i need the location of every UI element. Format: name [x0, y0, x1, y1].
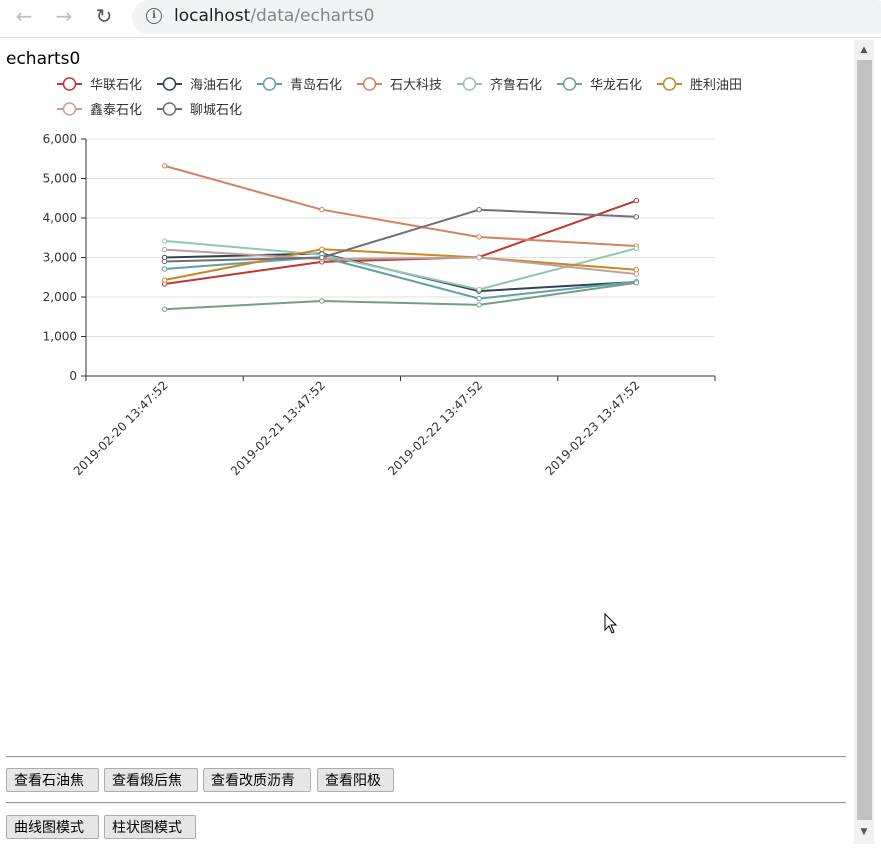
url-text[interactable]: localhost/data/echarts0	[174, 6, 374, 26]
legend-marker	[62, 102, 77, 116]
data-point	[161, 246, 168, 253]
view-button-2[interactable]: 查看煅后焦	[104, 768, 198, 792]
legend-label: 青岛石化	[290, 77, 342, 93]
scrollbar-thumb[interactable]	[857, 60, 872, 820]
legend-marker	[462, 77, 477, 91]
browser-toolbar: ← → ↻ i localhost/data/echarts0	[0, 0, 881, 36]
data-point	[476, 207, 482, 213]
data-point	[319, 246, 325, 252]
data-point	[633, 197, 640, 204]
data-point	[476, 234, 482, 240]
y-tick-label: 2,000	[43, 290, 77, 304]
legend-label: 胜利油田	[690, 78, 742, 93]
data-point	[633, 280, 640, 286]
toolbar-divider	[0, 37, 881, 38]
view-button-4[interactable]: 查看阳极	[317, 768, 394, 792]
data-point	[161, 277, 168, 283]
legend-label: 华联石化	[90, 78, 142, 93]
legend-marker	[662, 77, 677, 91]
mouse-cursor-icon	[604, 613, 618, 634]
y-tick-label: 4,000	[43, 211, 77, 225]
data-point	[633, 214, 640, 220]
y-tick-label: 3,000	[43, 251, 77, 265]
data-point	[161, 266, 168, 272]
view-button-1[interactable]: 查看石油焦	[6, 768, 99, 792]
reload-icon[interactable]: ↻	[92, 4, 116, 28]
legend-label: 齐鲁石化	[490, 77, 542, 93]
data-point	[476, 254, 482, 261]
y-tick-label: 6,000	[43, 132, 77, 146]
url-path: /data/echarts0	[250, 6, 375, 26]
legend-label: 石大科技	[390, 78, 442, 93]
data-point	[161, 238, 168, 244]
legend-marker	[562, 77, 577, 91]
y-tick-label: 1,000	[43, 330, 77, 344]
data-point	[319, 254, 325, 261]
data-point	[161, 306, 168, 312]
scroll-down-icon[interactable]: ▼	[856, 824, 872, 840]
x-tick-label: 2019-02-21 13:47:52	[228, 378, 328, 478]
line-chart: 0 1,000 2,000 3,000 4,000 5,000 6,000 2019-02-2…	[43, 77, 742, 478]
arrow-right-icon[interactable]: →	[52, 4, 76, 28]
data-point	[319, 298, 325, 304]
legend-marker	[162, 102, 177, 116]
legend-label: 华龙石化	[590, 78, 642, 93]
data-point	[633, 245, 640, 252]
legend-marker	[162, 77, 177, 91]
legend-label: 鑫泰石化	[90, 102, 142, 118]
info-icon[interactable]: i	[146, 8, 162, 24]
legend-label: 海油石化	[190, 78, 242, 93]
legend-marker	[262, 77, 277, 91]
legend-label: 聊城石化	[190, 103, 242, 118]
url-host: localhost	[174, 6, 251, 26]
divider-top	[6, 756, 846, 758]
data-point	[161, 258, 168, 265]
data-point	[319, 207, 325, 213]
scroll-up-icon[interactable]: ▲	[856, 42, 872, 58]
y-tick-label: 5,000	[43, 172, 77, 186]
y-tick-label: 0	[69, 369, 77, 383]
x-tick-label: 2019-02-23 13:47:52	[542, 378, 642, 478]
data-point	[476, 286, 482, 293]
data-point	[633, 267, 640, 273]
legend-marker	[62, 77, 77, 91]
data-point	[161, 163, 168, 169]
mode-button-1[interactable]: 曲线图模式	[6, 815, 99, 839]
x-tick-label: 2019-02-20 13:47:52	[71, 378, 171, 478]
data-point	[476, 302, 482, 308]
data-point	[476, 295, 482, 302]
divider-bottom	[6, 802, 846, 804]
data-point	[633, 271, 640, 277]
x-tick-label: 2019-02-22 13:47:52	[385, 378, 485, 478]
arrow-left-icon[interactable]: ←	[12, 4, 36, 28]
mode-button-2[interactable]: 柱状图模式	[104, 815, 196, 839]
legend-marker	[362, 77, 377, 91]
view-button-3[interactable]: 查看改质沥青	[203, 768, 311, 792]
